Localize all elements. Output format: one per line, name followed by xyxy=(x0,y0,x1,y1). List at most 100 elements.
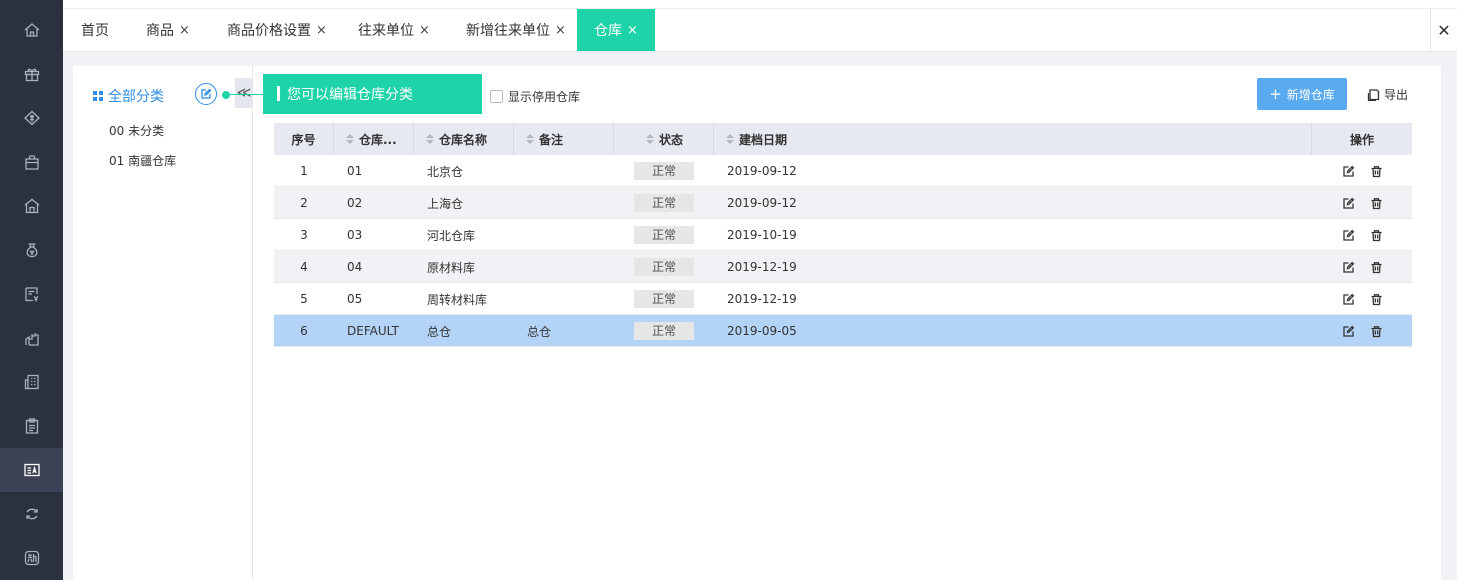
tab-partners[interactable]: 往来单位 × xyxy=(353,9,435,51)
status-badge: 正常 xyxy=(634,226,694,244)
hand-coin-icon[interactable] xyxy=(0,316,63,360)
sort-icon[interactable] xyxy=(526,134,534,144)
tree-root-all[interactable]: 全部分类 xyxy=(93,86,164,106)
tab-label: 往来单位 xyxy=(358,23,415,39)
building-icon[interactable] xyxy=(0,360,63,404)
table-row[interactable]: 3 03 河北仓库 正常 2019-10-19 xyxy=(274,219,1412,251)
invoice-icon[interactable] xyxy=(0,272,63,316)
add-warehouse-button[interactable]: + 新增仓库 xyxy=(1257,78,1347,110)
show-disabled-checkbox[interactable]: 显示停用仓库 xyxy=(490,88,580,105)
cell-index: 3 xyxy=(300,228,308,242)
new-icon[interactable] xyxy=(0,536,63,580)
gift-icon[interactable] xyxy=(0,52,63,96)
trash-icon[interactable] xyxy=(1370,315,1386,347)
cell-remark xyxy=(527,219,627,251)
cell-remark xyxy=(527,155,627,187)
clipboard-icon[interactable] xyxy=(0,404,63,448)
id-card-icon[interactable] xyxy=(0,448,63,492)
table-row-selected[interactable]: 6 DEFAULT 总仓 总仓 正常 2019-09-05 xyxy=(274,315,1412,347)
tab-add-partner[interactable]: 新增往来单位 × xyxy=(459,9,573,51)
cell-name: 原材料库 xyxy=(427,260,476,275)
col-remark[interactable]: 备注 xyxy=(514,123,614,155)
tag-icon[interactable] xyxy=(0,96,63,140)
bag-icon[interactable] xyxy=(0,140,63,184)
table-row[interactable]: 2 02 上海仓 正常 2019-09-12 xyxy=(274,187,1412,219)
cell-date: 2019-12-19 xyxy=(727,292,797,306)
col-code[interactable]: 仓库... xyxy=(334,123,414,155)
cell-status: 正常 xyxy=(634,219,714,251)
tab-goods[interactable]: 商品 × xyxy=(134,9,202,51)
edit-icon[interactable] xyxy=(1342,187,1358,219)
status-badge: 正常 xyxy=(634,162,694,180)
cell-date: 2019-12-19 xyxy=(727,260,797,274)
close-icon[interactable]: × xyxy=(627,23,638,38)
sort-icon[interactable] xyxy=(426,134,434,144)
cell-remark: 总仓 xyxy=(527,324,552,339)
cell-status: 正常 xyxy=(634,315,714,347)
cell-index: 2 xyxy=(300,196,308,210)
sort-icon[interactable] xyxy=(726,134,734,144)
edit-icon[interactable] xyxy=(1342,251,1358,283)
checkbox-box[interactable] xyxy=(490,90,503,103)
tree-item-nanjiang[interactable]: 01 南疆仓库 xyxy=(109,152,176,169)
table-row[interactable]: 1 01 北京仓 正常 2019-09-12 xyxy=(274,155,1412,187)
col-code-label: 仓库... xyxy=(359,132,397,147)
edit-category-button[interactable] xyxy=(195,83,217,105)
checkbox-label: 显示停用仓库 xyxy=(508,90,581,104)
tooltip-text: 您可以编辑仓库分类 xyxy=(287,87,413,103)
trash-icon[interactable] xyxy=(1370,155,1386,187)
cell-index: 6 xyxy=(300,324,308,338)
cell-code: 01 xyxy=(347,164,363,178)
cell-status: 正常 xyxy=(634,283,714,315)
edit-icon xyxy=(201,88,212,99)
close-icon[interactable]: × xyxy=(555,23,566,38)
store-icon[interactable] xyxy=(0,184,63,228)
tab-label: 商品 xyxy=(146,23,175,39)
close-icon[interactable]: × xyxy=(419,23,430,38)
edit-icon[interactable] xyxy=(1342,283,1358,315)
tree-item-uncategorized[interactable]: 00 未分类 xyxy=(109,122,164,139)
edit-icon[interactable] xyxy=(1342,315,1358,347)
tab-label: 首页 xyxy=(81,23,109,39)
trash-icon[interactable] xyxy=(1370,251,1386,283)
edit-icon[interactable] xyxy=(1342,219,1358,251)
cell-code: DEFAULT xyxy=(347,324,399,338)
trash-icon[interactable] xyxy=(1370,187,1386,219)
table-row[interactable]: 4 04 原材料库 正常 2019-12-19 xyxy=(274,251,1412,283)
main-panel: 全部分类 00 未分类 01 南疆仓库 ≪ 您可以编辑仓库分类 显示停用仓库 +… xyxy=(73,66,1441,580)
col-status[interactable]: 状态 xyxy=(614,123,714,155)
home-icon[interactable] xyxy=(0,8,63,52)
collapse-tree-button[interactable]: ≪ xyxy=(235,78,253,108)
col-name-label: 仓库名称 xyxy=(439,132,488,147)
tab-warehouse[interactable]: 仓库 × xyxy=(577,9,655,51)
edit-icon[interactable] xyxy=(1342,155,1358,187)
trash-icon[interactable] xyxy=(1370,283,1386,315)
refresh-icon[interactable] xyxy=(0,492,63,536)
trash-icon[interactable] xyxy=(1370,219,1386,251)
col-date[interactable]: 建档日期 xyxy=(714,123,1312,155)
cell-remark xyxy=(527,251,627,283)
sort-icon[interactable] xyxy=(346,134,354,144)
export-button[interactable]: 导出 xyxy=(1367,78,1408,110)
tab-bar: 首页 商品 × 商品价格设置 × 往来单位 × 新增往来单位 × 仓库 × ✕ xyxy=(63,9,1457,52)
close-all-tabs-button[interactable]: ✕ xyxy=(1430,9,1457,51)
col-name[interactable]: 仓库名称 xyxy=(414,123,514,155)
sort-icon[interactable] xyxy=(646,134,654,144)
cell-code: 02 xyxy=(347,196,363,210)
tab-label: 商品价格设置 xyxy=(227,23,312,39)
tab-goods-price[interactable]: 商品价格设置 × xyxy=(219,9,335,51)
tooltip-connector xyxy=(230,94,263,95)
status-badge: 正常 xyxy=(634,258,694,276)
cell-status: 正常 xyxy=(634,251,714,283)
money-bag-icon[interactable] xyxy=(0,228,63,272)
tab-label: 新增往来单位 xyxy=(466,23,551,39)
col-index-label: 序号 xyxy=(291,132,316,147)
tooltip-dot xyxy=(222,91,230,99)
tab-home[interactable]: 首页 xyxy=(63,9,127,51)
col-remark-label: 备注 xyxy=(539,132,564,147)
close-icon[interactable]: × xyxy=(179,23,190,38)
add-warehouse-label: 新增仓库 xyxy=(1286,87,1335,102)
table-row[interactable]: 5 05 周转材料库 正常 2019-12-19 xyxy=(274,283,1412,315)
close-icon[interactable]: × xyxy=(316,23,327,38)
cell-date: 2019-09-12 xyxy=(727,196,797,210)
